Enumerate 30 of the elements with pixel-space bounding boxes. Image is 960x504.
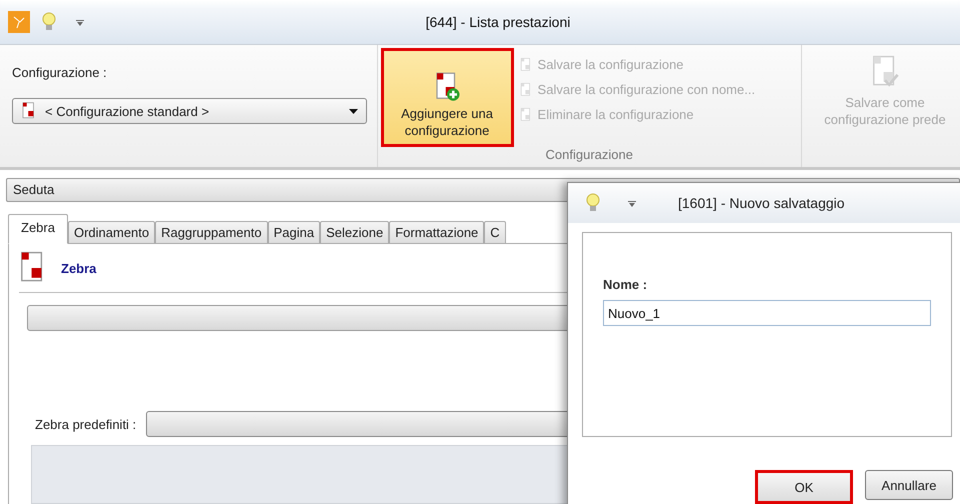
dropdown-caret-icon — [76, 18, 84, 26]
add-configuration-button[interactable]: Aggiungere una configurazione — [380, 48, 514, 147]
document-icon — [21, 102, 37, 120]
window-title: [644] - Lista prestazioni — [424, 14, 572, 30]
group-label: Configurazione — [546, 147, 633, 162]
document-plus-icon — [434, 72, 460, 102]
tab[interactable]: Formattazione — [389, 221, 484, 244]
document-icon — [520, 56, 532, 72]
dropdown-arrow-icon — [348, 108, 358, 114]
name-input[interactable]: Nuovo_1 — [603, 300, 931, 326]
configuration-label: Configurazione : — [12, 65, 108, 80]
panel-title: Zebra — [61, 260, 96, 276]
tab[interactable]: Raggruppamento — [155, 221, 268, 244]
document-check-icon — [871, 55, 899, 89]
app-logo-icon — [8, 11, 30, 33]
tab[interactable]: C — [484, 221, 506, 244]
name-label: Nome : — [603, 277, 648, 292]
document-icon — [520, 82, 532, 98]
dialog-button[interactable]: Annullare — [865, 470, 953, 500]
document-icon — [520, 106, 532, 122]
lightbulb-icon[interactable] — [42, 12, 56, 32]
dropdown-caret-icon — [628, 199, 636, 207]
tab[interactable]: Pagina — [268, 221, 320, 244]
lightbulb-icon[interactable] — [586, 193, 600, 213]
tab[interactable]: Zebra — [8, 214, 68, 244]
dialog-button[interactable]: OK — [755, 470, 853, 504]
tab[interactable]: Ordinamento — [68, 221, 156, 244]
preset-label: Zebra predefiniti : — [35, 416, 136, 432]
tab[interactable]: Selezione — [320, 221, 390, 244]
configuration-select[interactable]: < Configurazione standard > — [12, 98, 367, 124]
